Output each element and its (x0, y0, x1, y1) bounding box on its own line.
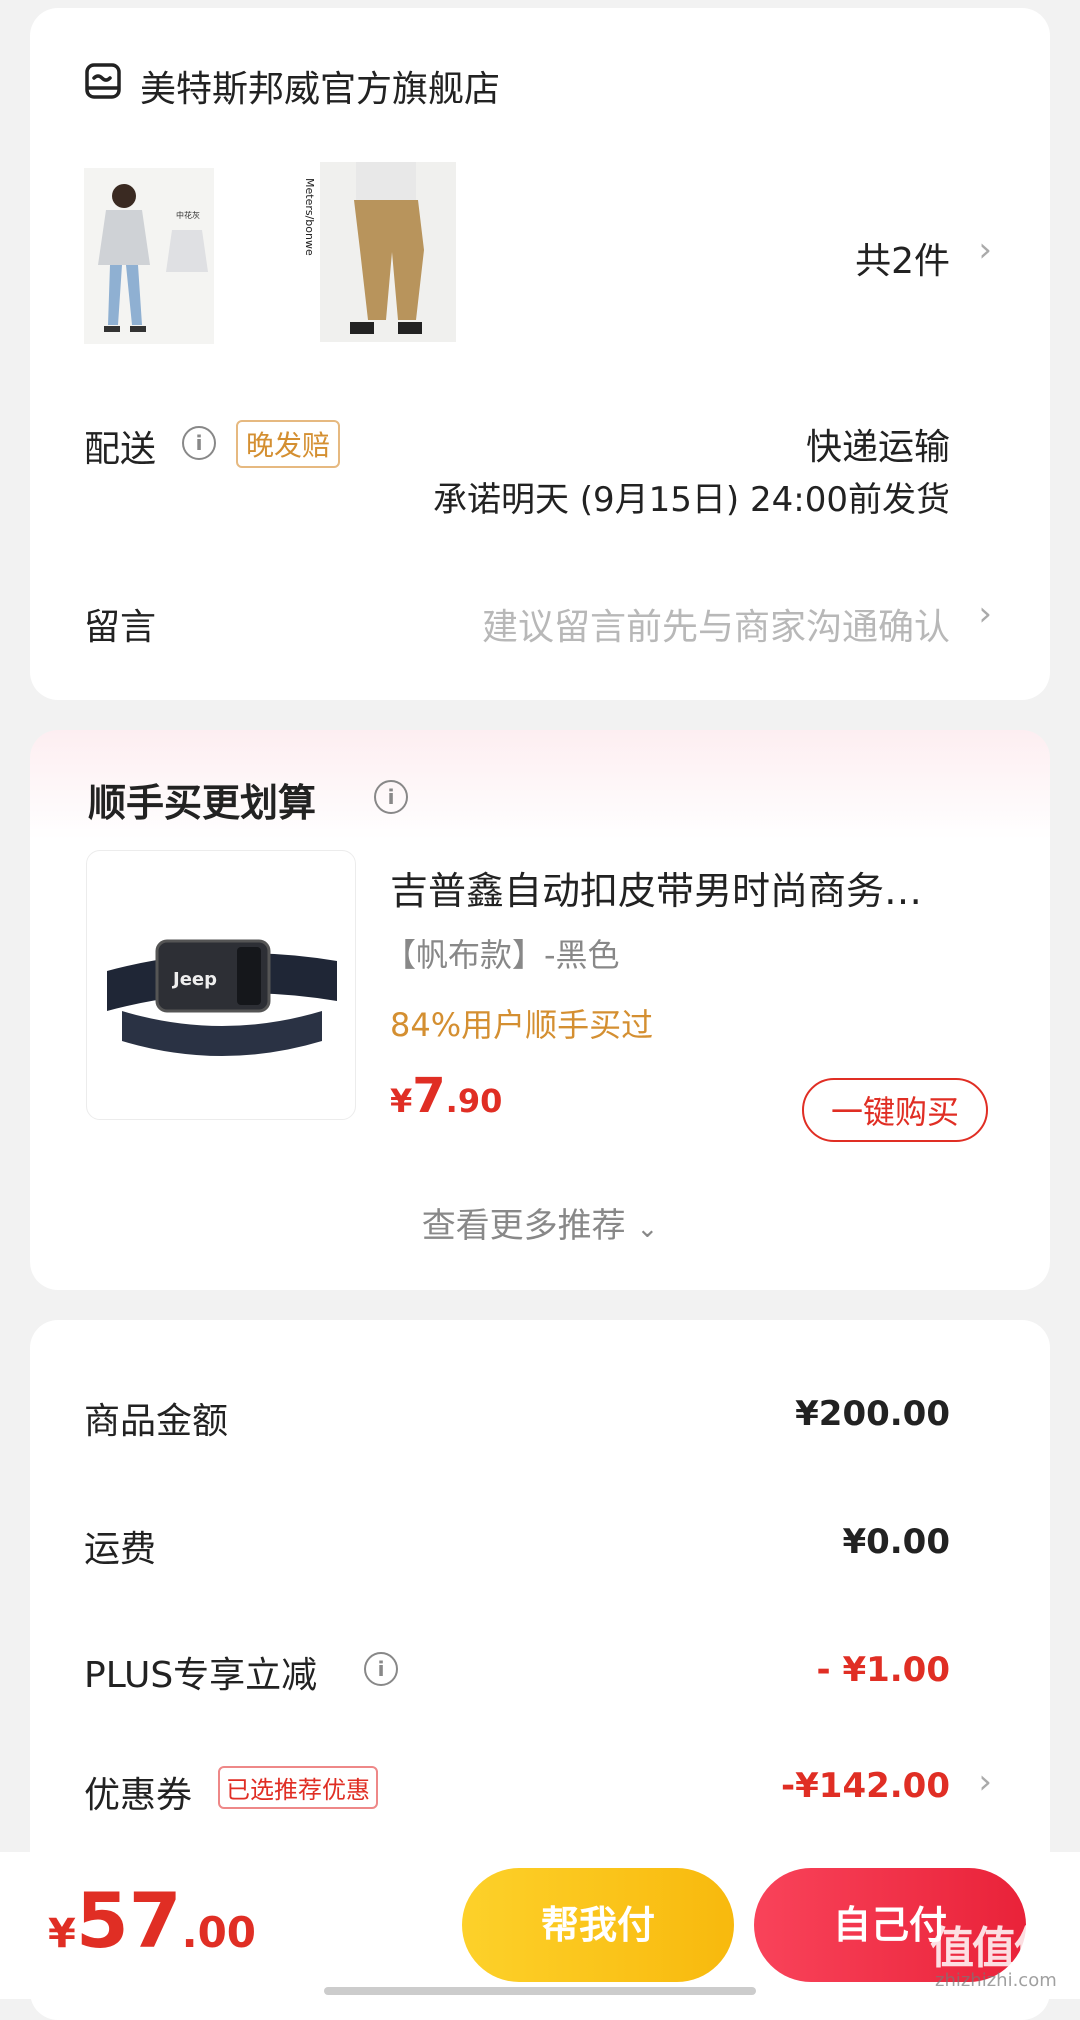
total-decimal: .00 (181, 1908, 257, 1957)
recommend-card: 顺手买更划算 i Jeep 吉普鑫自动扣皮带男时尚商务… 【帆布款】-黑色 84… (30, 730, 1050, 1290)
delivery-info-icon[interactable]: i (182, 426, 216, 460)
message-input[interactable]: 建议留言前先与商家沟通确认 (482, 598, 950, 650)
help-me-pay-button[interactable]: 帮我付 (462, 1868, 734, 1982)
home-indicator (324, 1987, 756, 1995)
see-more-recommend[interactable]: 查看更多推荐 ⌄ (30, 1198, 1050, 1247)
recommend-item-image[interactable]: Jeep (86, 850, 356, 1120)
product-count-label: 共2件 (855, 241, 950, 282)
plus-info-icon[interactable]: i (364, 1652, 398, 1686)
summary-row-value: - ¥1.00 (816, 1650, 951, 1690)
summary-row-value[interactable]: -¥142.00 (781, 1766, 950, 1806)
summary-row-label: PLUS专享立减 (84, 1655, 318, 1696)
late-compensation-tag: 晚发赔 (236, 420, 341, 468)
svg-text:中花灰: 中花灰 (176, 210, 200, 220)
product-thumbnail-sweater[interactable]: 中花灰 (84, 168, 214, 344)
delivery-label: 配送 (84, 429, 157, 470)
see-more-label: 查看更多推荐 (421, 1206, 626, 1246)
summary-row-value: ¥0.00 (842, 1522, 950, 1562)
store-name[interactable]: 美特斯邦威官方旗舰店 (140, 60, 500, 112)
one-click-buy-button[interactable]: 一键购买 (802, 1078, 988, 1142)
store-icon (84, 62, 122, 100)
chevron-right-icon[interactable]: › (978, 1762, 992, 1802)
recommend-item-stat: 84%用户顺手买过 (390, 1006, 654, 1044)
delivery-promise: 承诺明天 (9月15日) 24:00前发货 (432, 480, 950, 520)
recommend-title: 顺手买更划算 (88, 781, 317, 825)
recommend-item-brand: Jeep (171, 969, 217, 990)
price-decimal: .90 (445, 1082, 503, 1120)
order-info-card: 美特斯邦威官方旗舰店 中花灰 Meters/bonwe 共2件 › 配送 i 晚… (30, 8, 1050, 700)
summary-row-label: 优惠券 (84, 1775, 193, 1816)
coupon-tag: 已选推荐优惠 (218, 1766, 378, 1809)
summary-row-value: ¥200.00 (795, 1394, 950, 1434)
total-price: ¥57.00 (48, 1876, 256, 1965)
recommend-item-name[interactable]: 吉普鑫自动扣皮带男时尚商务… (390, 860, 922, 915)
bottom-bar: ¥57.00 帮我付 自己付 值值值 zhizhizhi.com (0, 1852, 1080, 1999)
recommend-info-icon[interactable]: i (374, 780, 408, 814)
chevron-right-icon[interactable]: › (978, 230, 992, 270)
total-integer: 57 (75, 1876, 182, 1965)
message-label: 留言 (84, 607, 157, 648)
product-thumbnail-pants[interactable] (320, 162, 456, 342)
watermark-logo: 值值值 (930, 1923, 1058, 1974)
currency-symbol: ¥ (390, 1082, 413, 1120)
price-integer: 7 (412, 1068, 446, 1124)
product-brand-vertical-text: Meters/bonwe (303, 178, 316, 256)
summary-row-label: 运费 (84, 1529, 157, 1570)
product-count[interactable]: 共2件 (855, 232, 950, 284)
chevron-right-icon[interactable]: › (978, 594, 992, 634)
watermark-url: zhizhizhi.com (935, 1970, 1057, 1991)
recommend-item-price: ¥7.90 (390, 1068, 502, 1124)
currency-symbol: ¥ (48, 1911, 76, 1957)
recommend-item-variant: 【帆布款】-黑色 (384, 936, 620, 974)
chevron-down-icon: ⌄ (636, 1214, 659, 1244)
summary-row-label: 商品金额 (84, 1401, 229, 1442)
delivery-method[interactable]: 快递运输 (806, 418, 950, 470)
